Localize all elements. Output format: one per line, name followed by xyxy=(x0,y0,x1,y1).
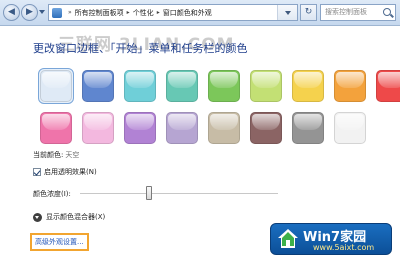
house-logo-icon xyxy=(278,229,298,248)
color-swatch-fill[interactable] xyxy=(124,70,156,102)
color-swatch[interactable] xyxy=(164,110,200,146)
site-logo: Win7家园 www.5aixt.com xyxy=(270,223,392,255)
color-swatch-fill[interactable] xyxy=(334,70,366,102)
current-color-value: 天空 xyxy=(65,151,80,159)
breadcrumb-window-color[interactable]: 窗口颜色和外观 xyxy=(163,8,212,18)
color-swatch-fill[interactable] xyxy=(250,112,282,144)
chevron-right-icon[interactable]: » xyxy=(68,9,72,16)
color-swatch[interactable] xyxy=(122,110,158,146)
chevron-right-icon[interactable]: ▸ xyxy=(127,9,130,16)
transparency-checkbox[interactable] xyxy=(33,168,41,176)
breadcrumb-personalization[interactable]: 个性化 xyxy=(133,8,154,18)
color-swatch-fill[interactable] xyxy=(292,112,324,144)
color-swatch-fill[interactable] xyxy=(208,70,240,102)
current-color: 当前颜色: 天空 xyxy=(33,150,79,160)
color-swatch-fill[interactable] xyxy=(166,70,198,102)
color-swatch-fill[interactable] xyxy=(376,70,400,102)
color-swatch-fill[interactable] xyxy=(208,112,240,144)
color-swatch[interactable] xyxy=(206,110,242,146)
transparency-label[interactable]: 启用透明效果(N) xyxy=(44,167,97,177)
color-swatch-fill[interactable] xyxy=(124,112,156,144)
color-swatch[interactable] xyxy=(248,110,284,146)
intensity-label: 颜色浓度(I): xyxy=(33,190,71,198)
color-swatch[interactable] xyxy=(122,68,158,104)
color-swatch-fill[interactable] xyxy=(82,112,114,144)
color-swatch-fill[interactable] xyxy=(40,70,72,102)
transparency-option[interactable]: 启用透明效果(N) xyxy=(33,167,97,177)
breadcrumb-all-control-panel-items[interactable]: 所有控制面板项 xyxy=(75,8,124,18)
advanced-appearance-link[interactable]: 高级外观设置... xyxy=(30,233,89,251)
current-color-label: 当前颜色: xyxy=(33,151,64,159)
color-swatch[interactable] xyxy=(80,110,116,146)
color-swatch-fill[interactable] xyxy=(40,112,72,144)
color-swatch[interactable] xyxy=(164,68,200,104)
intensity-slider-thumb[interactable] xyxy=(146,186,153,200)
logo-url: www.5aixt.com xyxy=(313,243,375,252)
address-bar[interactable]: » 所有控制面板项 ▸ 个性化 ▸ 窗口颜色和外观 xyxy=(48,4,298,21)
color-swatch[interactable] xyxy=(332,110,368,146)
color-swatch[interactable] xyxy=(38,110,74,146)
color-swatch[interactable] xyxy=(38,68,74,104)
page-title: 更改窗口边框、「开始」菜单和任务栏的颜色 xyxy=(33,42,248,55)
color-swatch-fill[interactable] xyxy=(292,70,324,102)
intensity-slider-track[interactable] xyxy=(80,193,278,195)
color-swatch[interactable] xyxy=(290,68,326,104)
search-input[interactable]: 搜索控制面板 xyxy=(320,4,396,21)
color-swatch[interactable] xyxy=(248,68,284,104)
color-swatch-fill[interactable] xyxy=(250,70,282,102)
color-mixer-toggle[interactable]: 显示颜色混合器(X) xyxy=(33,212,105,222)
color-swatch[interactable] xyxy=(332,68,368,104)
color-swatch[interactable] xyxy=(290,110,326,146)
control-panel-icon xyxy=(52,7,62,18)
search-placeholder: 搜索控制面板 xyxy=(325,8,367,16)
back-button[interactable]: ◀ xyxy=(3,4,20,21)
forward-button[interactable]: ▶ xyxy=(21,4,38,21)
expand-icon[interactable] xyxy=(33,212,42,222)
refresh-button[interactable]: ↻ xyxy=(300,4,317,21)
explorer-toolbar: ◀ ▶ » 所有控制面板项 ▸ 个性化 ▸ 窗口颜色和外观 ↻ 搜索控制面板 xyxy=(0,0,400,26)
color-swatch-fill[interactable] xyxy=(82,70,114,102)
recent-pages-dropdown-icon[interactable] xyxy=(39,10,45,14)
address-dropdown-button[interactable] xyxy=(277,5,297,20)
color-swatch[interactable] xyxy=(80,68,116,104)
search-icon xyxy=(383,8,391,16)
swatch-row xyxy=(38,68,400,104)
color-swatch[interactable] xyxy=(206,68,242,104)
color-mixer-label[interactable]: 显示颜色混合器(X) xyxy=(46,212,105,222)
color-swatch[interactable] xyxy=(374,68,400,104)
color-swatch-fill[interactable] xyxy=(334,112,366,144)
color-swatch-fill[interactable] xyxy=(166,112,198,144)
swatch-row xyxy=(38,110,368,146)
chevron-right-icon[interactable]: ▸ xyxy=(157,9,160,16)
